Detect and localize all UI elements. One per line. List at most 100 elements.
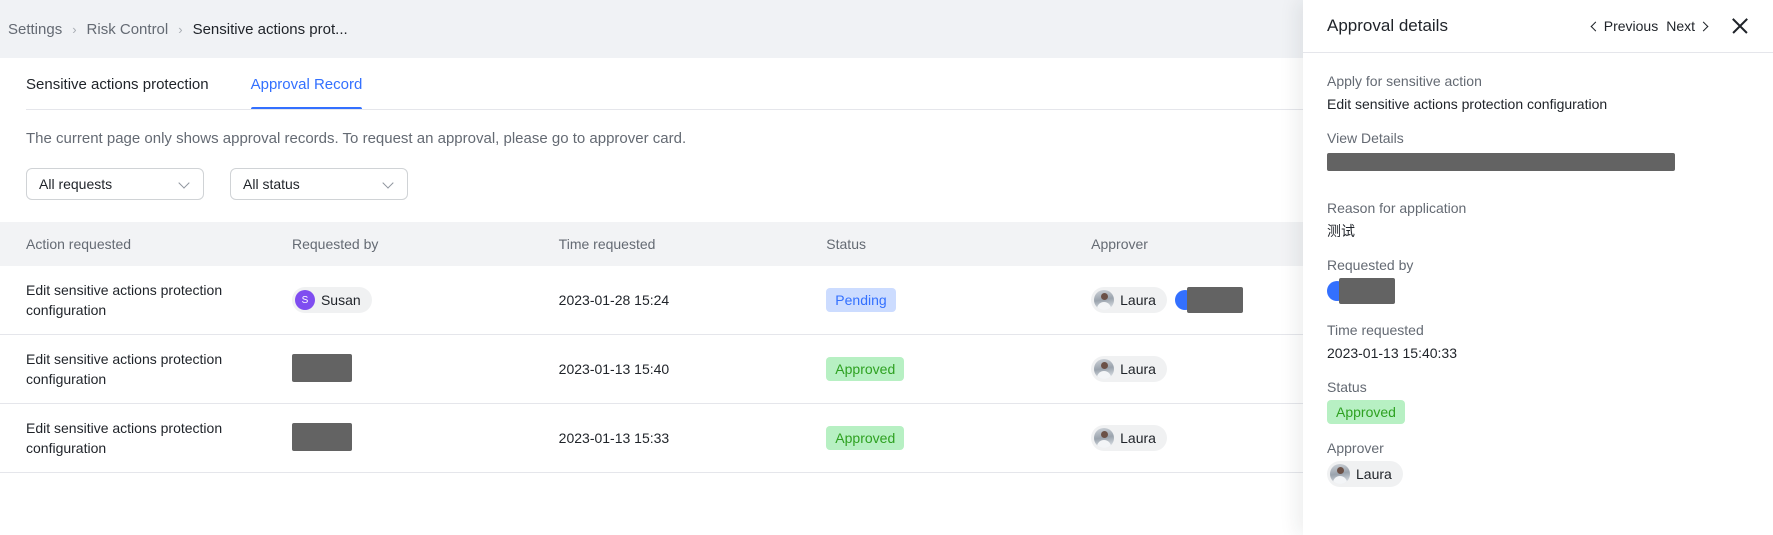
column-header-approver: Approver bbox=[1091, 236, 1148, 252]
field-label: Apply for sensitive action bbox=[1327, 73, 1482, 89]
approval-records-table: Action requested Requested by Time request… bbox=[0, 222, 1303, 473]
main-content: Settings › Risk Control › Sensitive actions … bbox=[0, 0, 1303, 535]
request-type-filter[interactable]: All requests bbox=[26, 168, 204, 200]
avatar bbox=[1094, 428, 1115, 448]
cell-requested-by: S Susan bbox=[291, 287, 559, 313]
redacted-bar bbox=[1339, 278, 1395, 304]
requester-chip[interactable]: S Susan bbox=[291, 287, 372, 313]
page-notice: The current page only shows approval rec… bbox=[26, 130, 687, 147]
field-label: Requested by bbox=[1327, 257, 1414, 273]
field-value: Laura bbox=[1327, 461, 1749, 489]
detail-field-requested-by: Requested by bbox=[1327, 257, 1749, 306]
approval-details-drawer: Approval details Previous Next Apply for… bbox=[1303, 0, 1773, 535]
detail-field-apply-for-sensitive-action: Apply for sensitive action Edit sensitive… bbox=[1327, 73, 1749, 114]
avatar bbox=[1094, 359, 1115, 379]
chevron-right-icon bbox=[1700, 22, 1709, 31]
field-value bbox=[1327, 151, 1749, 176]
field-label: Approver bbox=[1327, 440, 1384, 456]
field-value: Approved bbox=[1327, 400, 1749, 424]
field-value: 2023-01-13 15:40:33 bbox=[1327, 345, 1457, 361]
table-row[interactable]: Edit sensitive actions protection config… bbox=[0, 266, 1303, 335]
approver-chip[interactable]: Laura bbox=[1091, 425, 1167, 451]
cell-approver: Laura bbox=[1091, 287, 1277, 313]
status-filter[interactable]: All status bbox=[230, 168, 408, 200]
drawer-header: Approval details Previous Next bbox=[1303, 0, 1773, 53]
chevron-left-icon bbox=[1590, 22, 1599, 31]
field-value: 测试 bbox=[1327, 223, 1355, 239]
drawer-body: Apply for sensitive action Edit sensitive… bbox=[1303, 53, 1773, 535]
approval-record-screen: Settings › Risk Control › Sensitive actions … bbox=[0, 0, 1773, 535]
status-badge: Approved bbox=[1327, 400, 1405, 424]
cell-status: Approved bbox=[826, 357, 1091, 381]
field-label: View Details bbox=[1327, 130, 1404, 146]
tab-approval-record[interactable]: Approval Record bbox=[250, 58, 363, 110]
column-header-action-requested: Action requested bbox=[26, 235, 132, 252]
detail-field-reason-for-application: Reason for application 测试 bbox=[1327, 200, 1749, 241]
person-name: Laura bbox=[1120, 430, 1156, 446]
detail-field-approver: Approver Laura bbox=[1327, 440, 1749, 489]
cell-action-requested: Edit sensitive actions protection config… bbox=[26, 281, 223, 318]
next-label: Next bbox=[1666, 18, 1695, 34]
redacted-bar bbox=[1186, 287, 1243, 313]
cell-approver: Laura bbox=[1091, 356, 1277, 382]
field-label: Time requested bbox=[1327, 322, 1424, 338]
status-badge: Approved bbox=[826, 426, 905, 450]
redacted-bar bbox=[291, 353, 352, 382]
redacted-bar bbox=[1327, 153, 1675, 171]
breadcrumb-item-1[interactable]: Settings bbox=[8, 21, 62, 38]
person-name: Laura bbox=[1120, 292, 1156, 308]
avatar: S bbox=[294, 290, 315, 310]
field-value bbox=[1327, 278, 1749, 306]
approver-chip[interactable]: Laura bbox=[1091, 287, 1167, 313]
detail-field-status: Status Approved bbox=[1327, 379, 1749, 424]
tab-bar: Sensitive actions protection Approval Rec… bbox=[0, 58, 1303, 110]
table-row[interactable]: Edit sensitive actions protection config… bbox=[0, 335, 1303, 404]
previous-button[interactable]: Previous bbox=[1588, 16, 1660, 36]
tab-label: Sensitive actions protection bbox=[26, 75, 209, 93]
tab-label: Approval Record bbox=[250, 75, 363, 93]
cell-time-requested: 2023-01-28 15:24 bbox=[558, 292, 670, 308]
person-name: Susan bbox=[320, 292, 361, 308]
chevron-down-icon bbox=[179, 178, 191, 190]
status-badge: Approved bbox=[826, 357, 905, 381]
approver-chip[interactable]: Laura bbox=[1091, 356, 1167, 382]
avatar bbox=[1330, 464, 1350, 484]
column-header-time-requested: Time requested bbox=[558, 236, 656, 252]
filter-value: All status bbox=[243, 176, 300, 192]
table-header-row: Action requested Requested by Time request… bbox=[0, 222, 1303, 266]
avatar bbox=[1094, 290, 1115, 310]
approver-chip[interactable]: Laura bbox=[1327, 461, 1403, 487]
requester-chip-redacted bbox=[1327, 278, 1395, 304]
column-header-requested-by: Requested by bbox=[291, 236, 379, 252]
breadcrumb-separator: › bbox=[72, 21, 77, 37]
breadcrumb-item-2[interactable]: Risk Control bbox=[87, 21, 169, 38]
content-card: Sensitive actions protection Approval Rec… bbox=[0, 58, 1303, 535]
table-body: Edit sensitive actions protection config… bbox=[0, 266, 1303, 473]
filter-bar: All requests All status bbox=[0, 147, 1303, 200]
field-value: Edit sensitive actions protection config… bbox=[1327, 96, 1608, 112]
cell-requested-by bbox=[291, 422, 559, 454]
table-row[interactable]: Edit sensitive actions protection config… bbox=[0, 404, 1303, 473]
person-name: Laura bbox=[1120, 361, 1156, 377]
drawer-nav: Previous Next bbox=[1588, 15, 1751, 37]
breadcrumb-separator: › bbox=[178, 21, 183, 37]
cell-status: Pending bbox=[826, 288, 1091, 312]
cell-approver: Laura bbox=[1091, 425, 1277, 451]
next-button[interactable]: Next bbox=[1664, 16, 1711, 36]
status-badge: Pending bbox=[826, 288, 896, 312]
cell-status: Approved bbox=[826, 426, 1091, 450]
detail-field-view-details: View Details bbox=[1327, 130, 1749, 176]
filter-value: All requests bbox=[39, 176, 113, 192]
redacted-bar bbox=[291, 422, 352, 451]
close-icon[interactable] bbox=[1729, 15, 1751, 37]
cell-action-requested: Edit sensitive actions protection config… bbox=[26, 350, 223, 387]
cell-requested-by bbox=[291, 353, 559, 385]
breadcrumb-item-3: Sensitive actions prot... bbox=[192, 20, 348, 38]
tab-sensitive-actions-protection[interactable]: Sensitive actions protection bbox=[26, 58, 209, 110]
field-label: Status bbox=[1327, 379, 1367, 395]
cell-action-requested: Edit sensitive actions protection config… bbox=[26, 419, 223, 456]
drawer-title: Approval details bbox=[1327, 16, 1448, 35]
chevron-down-icon bbox=[383, 178, 395, 190]
cell-time-requested: 2023-01-13 15:33 bbox=[558, 430, 670, 446]
detail-field-time-requested: Time requested 2023-01-13 15:40:33 bbox=[1327, 322, 1749, 363]
